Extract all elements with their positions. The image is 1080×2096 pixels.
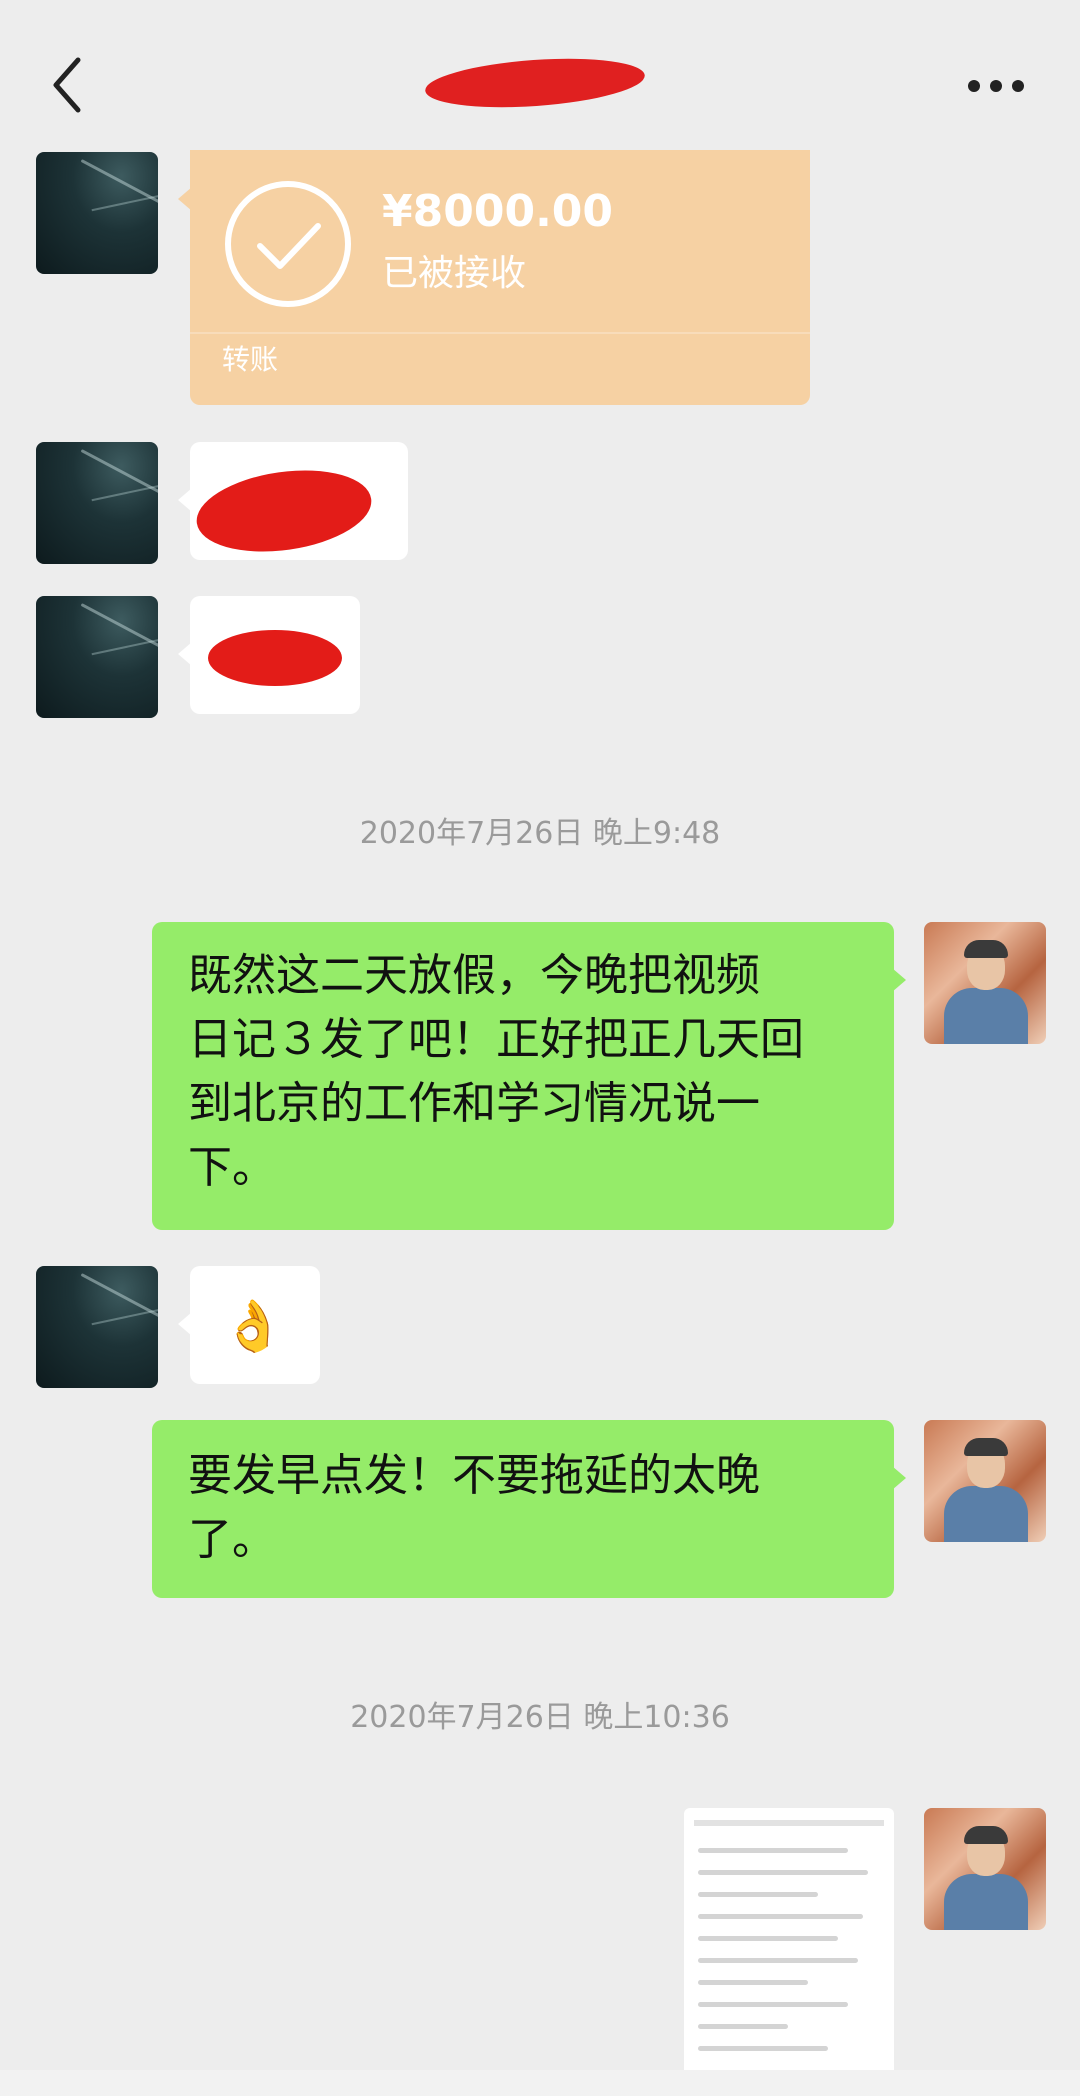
sent-screenshot-image[interactable] (684, 1808, 894, 2096)
message-text: 既然这二天放假，今晚把视频 日记３发了吧！正好把正几天回 到北京的工作和学习情况… (188, 950, 804, 1193)
timestamp: 2020年7月26日 晚上10:36 (350, 1700, 730, 1735)
bubble-tail (892, 968, 906, 992)
contact-avatar[interactable] (36, 442, 158, 564)
chevron-left-icon[interactable] (48, 55, 88, 115)
redaction-mark (208, 630, 342, 686)
bubble-tail (892, 1466, 906, 1490)
message-text: 要发早点发！不要拖延的太晚 了。 (188, 1450, 760, 1565)
contact-avatar[interactable] (36, 152, 158, 274)
contact-avatar[interactable] (36, 596, 158, 718)
my-avatar[interactable] (924, 1808, 1046, 1930)
bottom-edge (0, 2070, 1080, 2096)
transfer-label: 转账 (222, 343, 279, 376)
contact-avatar[interactable] (36, 1266, 158, 1388)
chat-header (0, 0, 1080, 160)
my-avatar[interactable] (924, 922, 1046, 1044)
timestamp: 2020年7月26日 晚上9:48 (359, 816, 721, 851)
transfer-status: 已被接收 (382, 253, 527, 294)
check-circle-icon (225, 181, 351, 307)
more-horizontal-icon[interactable] (968, 80, 1024, 94)
ok-hand-emoji: 👌 (222, 1297, 285, 1355)
transfer-amount: ¥8000.00 (382, 186, 614, 237)
my-avatar[interactable] (924, 1420, 1046, 1542)
transfer-divider (190, 332, 810, 334)
